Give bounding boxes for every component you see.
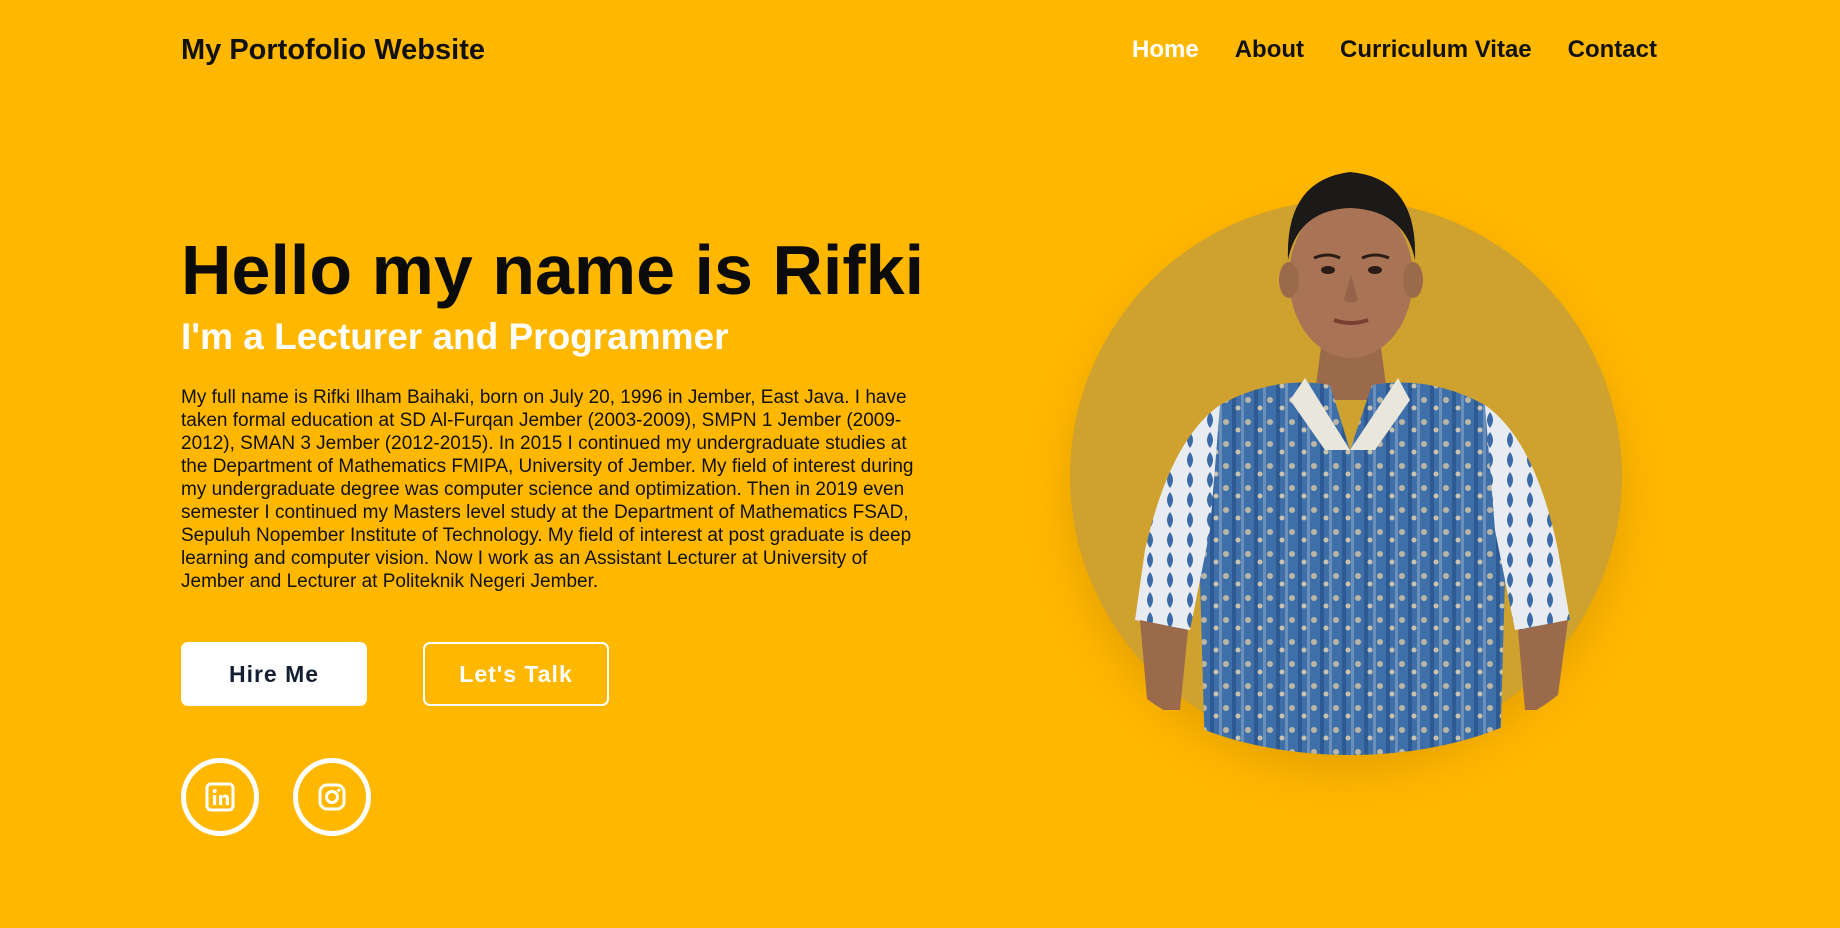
hero-section: Hello my name is Rifki I'm a Lecturer an… xyxy=(181,228,931,593)
hero-title: Hello my name is Rifki xyxy=(181,231,925,309)
nav-contact[interactable]: Contact xyxy=(1568,36,1657,64)
nav-home[interactable]: Home xyxy=(1132,36,1199,64)
lets-talk-button[interactable]: Let's Talk xyxy=(423,642,609,706)
hero-bio: My full name is Rifki Ilham Baihaki, bor… xyxy=(181,387,914,592)
nav-curriculum-vitae[interactable]: Curriculum Vitae xyxy=(1340,36,1532,64)
instagram-icon xyxy=(318,783,346,811)
page: My Portofolio Website Home About Curricu… xyxy=(0,0,1840,928)
linkedin-icon xyxy=(205,782,235,812)
linkedin-link[interactable] xyxy=(181,758,259,836)
profile-photo xyxy=(1135,172,1570,755)
main-nav: Home About Curriculum Vitae Contact xyxy=(1132,36,1657,64)
hire-me-button[interactable]: Hire Me xyxy=(181,642,367,706)
nav-about[interactable]: About xyxy=(1235,36,1304,64)
site-logo[interactable]: My Portofolio Website xyxy=(181,34,485,67)
instagram-link[interactable] xyxy=(293,758,371,836)
hero-subtitle: I'm a Lecturer and Programmer xyxy=(181,316,729,357)
